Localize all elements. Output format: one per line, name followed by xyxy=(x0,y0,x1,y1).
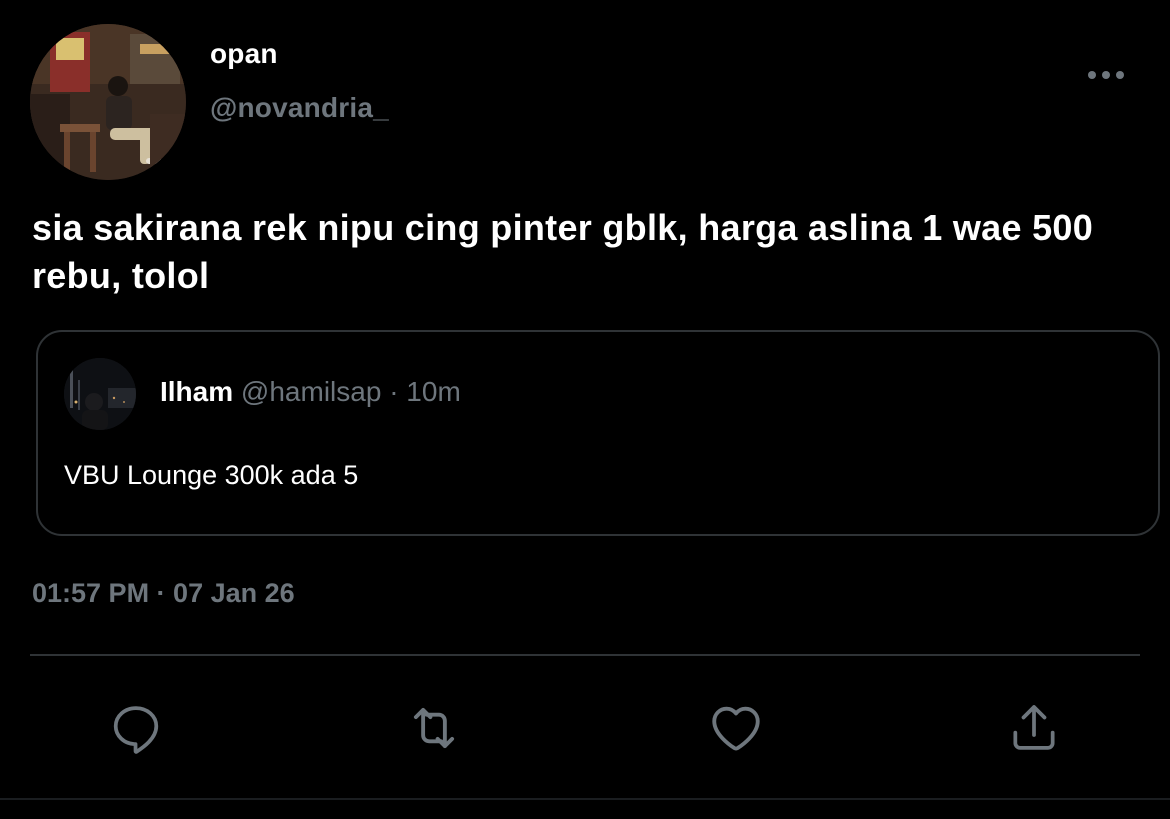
profile-photo-icon xyxy=(64,358,136,430)
profile-photo-icon xyxy=(30,24,186,180)
share-icon xyxy=(1013,705,1055,750)
more-horizontal-icon xyxy=(1088,71,1124,79)
tweet: opan @novandria_ sia sakirana rek nipu c… xyxy=(0,0,1170,819)
author-handle[interactable]: @novandria_ xyxy=(210,92,389,124)
more-options-button[interactable] xyxy=(1082,60,1130,90)
quoted-author-avatar[interactable] xyxy=(64,358,136,430)
quoted-author-display-name[interactable]: Ilham xyxy=(160,376,233,407)
quoted-tweet-time[interactable]: 10m xyxy=(406,376,460,407)
retweet-button[interactable] xyxy=(402,696,466,760)
quoted-tweet-text: VBU Lounge 300k ada 5 xyxy=(64,460,359,490)
tweet-text: sia sakirana rek nipu cing pinter gblk, … xyxy=(32,207,1094,296)
tweet-action-bar xyxy=(0,696,1170,760)
author-avatar[interactable] xyxy=(30,24,186,180)
reply-button[interactable] xyxy=(104,696,168,760)
quoted-separator: · xyxy=(389,376,399,407)
heart-icon xyxy=(712,706,760,751)
tweet-timestamp[interactable]: 01:57 PM · 07 Jan 26 xyxy=(32,578,295,609)
quoted-tweet-card[interactable]: Ilham @hamilsap · 10m VBU Lounge 300k ad… xyxy=(36,330,1160,536)
share-button[interactable] xyxy=(1002,696,1066,760)
like-button[interactable] xyxy=(704,696,768,760)
quoted-author-handle[interactable]: @hamilsap xyxy=(241,376,381,407)
divider xyxy=(30,654,1140,656)
author-display-name[interactable]: opan xyxy=(210,38,278,70)
reply-icon xyxy=(113,706,159,754)
bottom-divider xyxy=(0,798,1170,800)
retweet-icon xyxy=(413,707,455,749)
quoted-tweet-header: Ilham @hamilsap · 10m xyxy=(160,376,461,408)
